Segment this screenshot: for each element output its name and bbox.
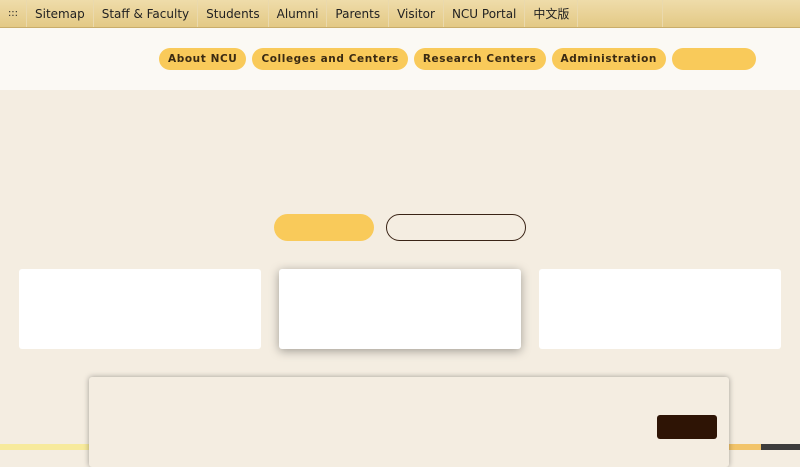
nav-about-ncu[interactable]: About NCU [159,48,247,70]
feature-card-1[interactable] [19,269,261,349]
feature-card-2[interactable] [279,269,521,349]
nav-research-centers[interactable]: Research Centers [413,48,546,70]
footer-strip-dark [761,444,800,450]
topbar-link-ncu-portal[interactable]: NCU Portal [444,0,526,27]
topbar-link-alumni[interactable]: Alumni [269,0,328,27]
notice-accept-button[interactable] [657,415,717,439]
footer-strip-left [0,444,90,450]
hero-outline-button[interactable] [386,214,526,241]
topbar-link-visitor[interactable]: Visitor [389,0,444,27]
footer-strip-accent [729,444,761,450]
topbar-spacer [578,0,664,27]
notice-panel [89,377,729,467]
topbar-link-parents[interactable]: Parents [327,0,390,27]
topbar-link-chinese[interactable]: 中文版 [525,0,579,27]
accesskey-link[interactable]: ::: [0,0,27,27]
feature-card-3[interactable] [539,269,781,349]
utility-bar: ::: Sitemap Staff & Faculty Students Alu… [0,0,800,28]
hero-primary-button[interactable] [274,214,374,241]
nav-extra-button[interactable] [672,48,756,70]
site-header: About NCU Colleges and Centers Research … [0,28,800,90]
main-nav: About NCU Colleges and Centers Research … [159,48,756,70]
topbar-link-students[interactable]: Students [198,0,269,27]
topbar-link-staff-faculty[interactable]: Staff & Faculty [94,0,199,27]
nav-administration[interactable]: Administration [551,48,666,70]
nav-colleges-centers[interactable]: Colleges and Centers [252,48,408,70]
topbar-link-sitemap[interactable]: Sitemap [27,0,94,27]
